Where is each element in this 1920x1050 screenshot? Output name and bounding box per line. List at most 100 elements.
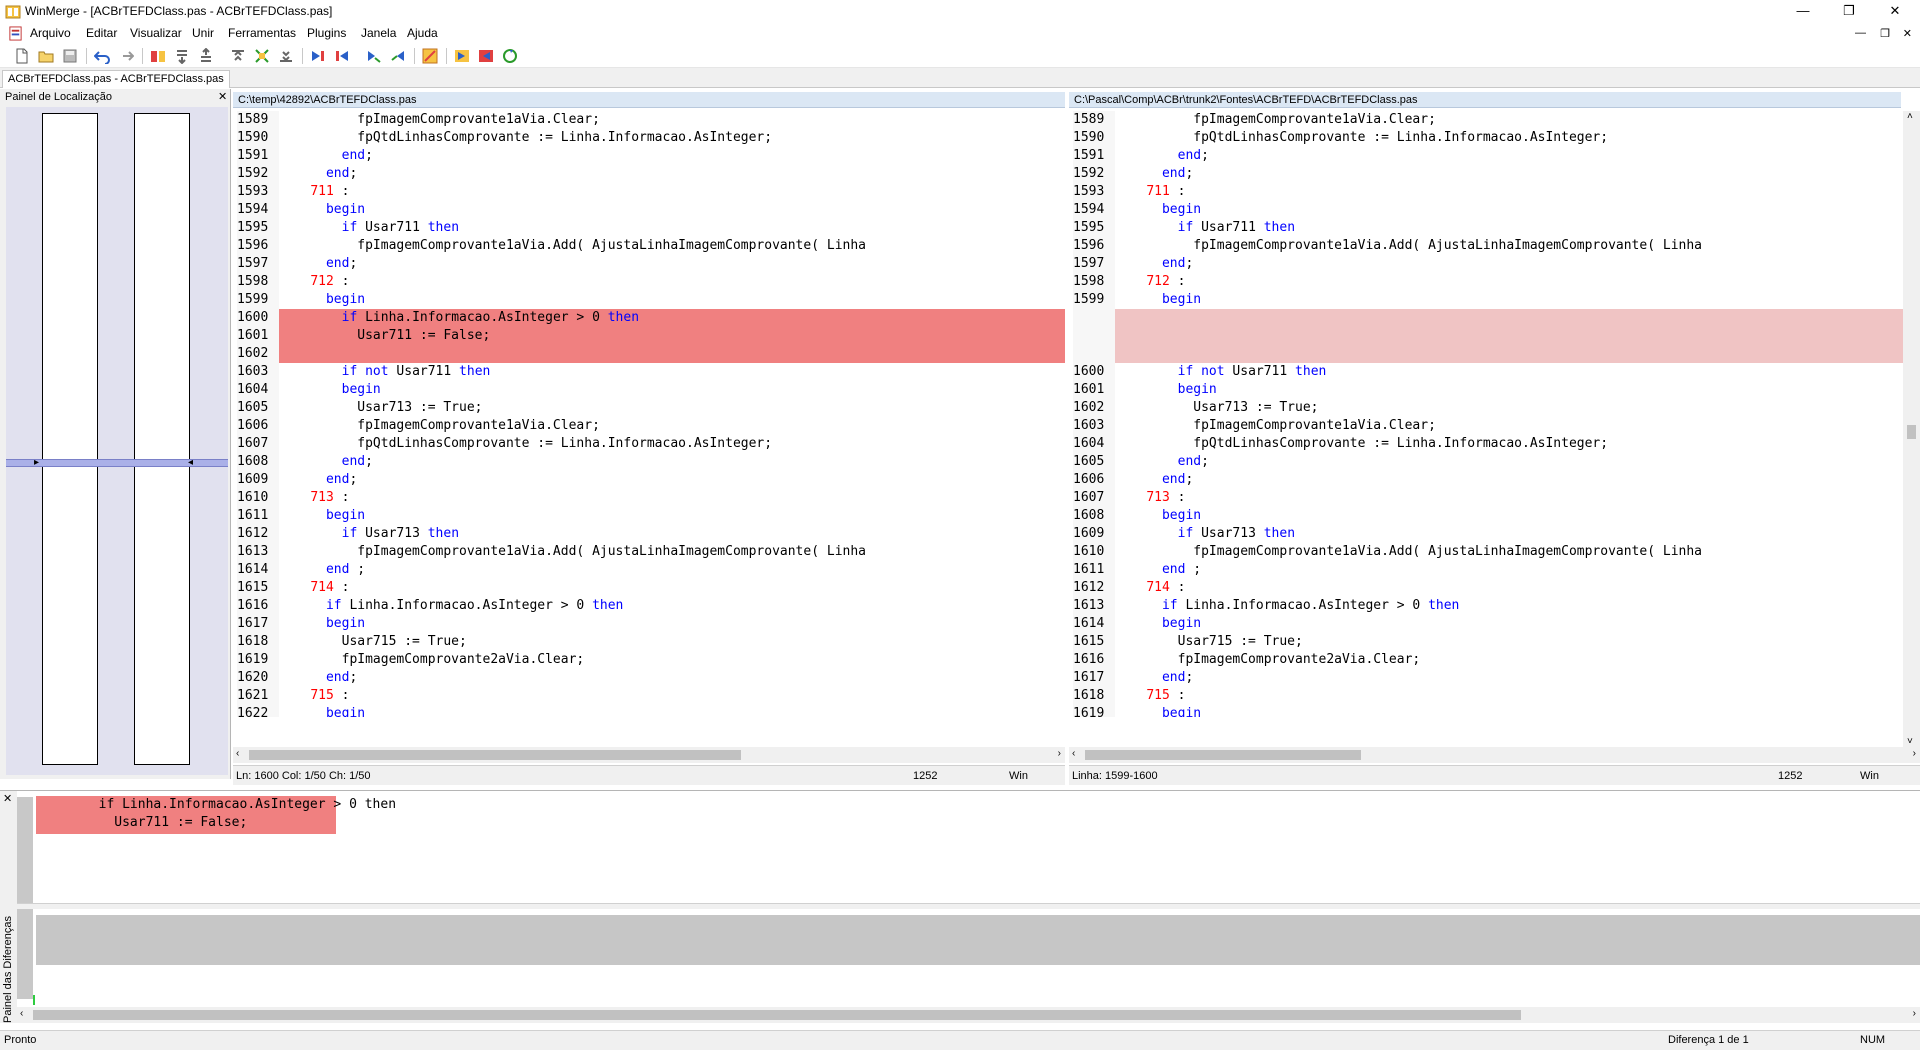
code-line[interactable]: 1589 fpImagemComprovante1aVia.Clear;: [233, 111, 1065, 129]
code-line[interactable]: 1619 fpImagemComprovante2aVia.Clear;: [233, 651, 1065, 669]
code-line[interactable]: 1599 begin: [1069, 291, 1903, 309]
code-line[interactable]: 1598 712 :: [233, 273, 1065, 291]
menu-ajuda[interactable]: Ajuda: [407, 26, 438, 40]
undo-icon[interactable]: [94, 48, 110, 64]
right-vertical-scrollbar[interactable]: ˄ ˅: [1903, 111, 1920, 747]
code-line[interactable]: 1592 end;: [233, 165, 1065, 183]
left-horizontal-scrollbar[interactable]: ‹ ›: [233, 747, 1065, 763]
code-line[interactable]: 1606 end;: [1069, 471, 1903, 489]
code-line[interactable]: 1591 end;: [233, 147, 1065, 165]
code-line[interactable]: 1608 end;: [233, 453, 1065, 471]
code-line[interactable]: 1601 begin: [1069, 381, 1903, 399]
document-menu-icon[interactable]: [8, 26, 23, 41]
code-line[interactable]: 1614 end ;: [233, 561, 1065, 579]
code-line[interactable]: 1600 if Linha.Informacao.AsInteger > 0 t…: [233, 309, 1065, 327]
code-line[interactable]: 1615 714 :: [233, 579, 1065, 597]
code-line[interactable]: 1604 begin: [233, 381, 1065, 399]
scroll-right-arrow-icon[interactable]: ›: [1913, 748, 1916, 759]
code-line[interactable]: 1617 end;: [1069, 669, 1903, 687]
scroll-left-arrow-icon[interactable]: ‹: [236, 748, 239, 759]
code-line[interactable]: 1590 fpQtdLinhasComprovante := Linha.Inf…: [1069, 129, 1903, 147]
code-line[interactable]: 1618 Usar715 := True;: [233, 633, 1065, 651]
first-difference-icon[interactable]: [230, 48, 246, 64]
move-left-icon[interactable]: [478, 48, 494, 64]
copy-left-advance-icon[interactable]: [390, 48, 406, 64]
right-code-lines[interactable]: 1589 fpImagemComprovante1aVia.Clear; 1590…: [1069, 111, 1903, 717]
code-line[interactable]: 1603 fpImagemComprovante1aVia.Clear;: [1069, 417, 1903, 435]
code-line[interactable]: 1620 end;: [233, 669, 1065, 687]
code-line[interactable]: 1602: [233, 345, 1065, 363]
location-pane-close-icon[interactable]: ✕: [218, 90, 227, 103]
menu-arquivo[interactable]: Arquivo: [30, 26, 71, 40]
right-editor-pane[interactable]: C:\Pascal\Comp\ACBr\trunk2\Fontes\ACBrTE…: [1069, 89, 1920, 785]
options-icon[interactable]: [422, 48, 438, 64]
close-button[interactable]: ✕: [1872, 0, 1918, 24]
code-line[interactable]: 1599 begin: [233, 291, 1065, 309]
scroll-up-arrow-icon[interactable]: ˄: [1907, 111, 1913, 122]
code-line[interactable]: 1592 end;: [1069, 165, 1903, 183]
code-line[interactable]: 1603 if not Usar711 then: [233, 363, 1065, 381]
scroll-down-arrow-icon[interactable]: ˅: [1907, 736, 1913, 747]
compare-icon[interactable]: [150, 48, 166, 64]
code-line[interactable]: 1616 if Linha.Informacao.AsInteger > 0 t…: [233, 597, 1065, 615]
code-line[interactable]: 1609 end;: [233, 471, 1065, 489]
code-line[interactable]: 1589 fpImagemComprovante1aVia.Clear;: [1069, 111, 1903, 129]
location-view-marker[interactable]: [6, 459, 228, 467]
scroll-left-arrow-icon[interactable]: ‹: [1072, 748, 1075, 759]
code-line[interactable]: 1610 fpImagemComprovante1aVia.Add( Ajust…: [1069, 543, 1903, 561]
code-line[interactable]: 1597 end;: [233, 255, 1065, 273]
code-line[interactable]: 1617 begin: [233, 615, 1065, 633]
code-line[interactable]: 1613 fpImagemComprovante1aVia.Add( Ajust…: [233, 543, 1065, 561]
minimize-button[interactable]: —: [1780, 0, 1826, 24]
new-icon[interactable]: [14, 48, 30, 64]
previous-difference-icon[interactable]: [198, 48, 214, 64]
copy-right-icon[interactable]: [310, 48, 326, 64]
code-line[interactable]: 1606 fpImagemComprovante1aVia.Clear;: [233, 417, 1065, 435]
scroll-right-arrow-icon[interactable]: ›: [1913, 1008, 1916, 1019]
code-line[interactable]: [1069, 345, 1903, 363]
move-right-icon[interactable]: [454, 48, 470, 64]
location-map[interactable]: ▸ ◂: [6, 107, 228, 775]
code-line[interactable]: 1609 if Usar713 then: [1069, 525, 1903, 543]
code-line[interactable]: 1604 fpQtdLinhasComprovante := Linha.Inf…: [1069, 435, 1903, 453]
code-line[interactable]: 1611 begin: [233, 507, 1065, 525]
menu-janela[interactable]: Janela: [361, 26, 396, 40]
code-line[interactable]: 1618 715 :: [1069, 687, 1903, 705]
code-line[interactable]: 1595 if Usar711 then: [233, 219, 1065, 237]
restore-button[interactable]: ❐: [1826, 0, 1872, 24]
code-line[interactable]: 1615 Usar715 := True;: [1069, 633, 1903, 651]
right-horizontal-scroll-thumb[interactable]: [1085, 750, 1361, 760]
next-difference-icon[interactable]: [174, 48, 190, 64]
left-editor-pane[interactable]: C:\temp\42892\ACBrTEFDClass.pas 1589 fpI…: [233, 89, 1065, 785]
code-line[interactable]: 1612 714 :: [1069, 579, 1903, 597]
redo-icon[interactable]: [118, 48, 134, 64]
code-line[interactable]: 1602 Usar713 := True;: [1069, 399, 1903, 417]
right-vertical-scroll-thumb[interactable]: [1907, 425, 1916, 439]
code-line[interactable]: 1610 713 :: [233, 489, 1065, 507]
right-horizontal-scrollbar[interactable]: ‹ ›: [1069, 747, 1920, 763]
code-line[interactable]: 1622 begin: [233, 705, 1065, 717]
code-line[interactable]: 1594 begin: [233, 201, 1065, 219]
diff-horizontal-scrollbar[interactable]: ‹ ›: [17, 1007, 1920, 1023]
code-line[interactable]: 1593 711 :: [1069, 183, 1903, 201]
code-line[interactable]: 1612 if Usar713 then: [233, 525, 1065, 543]
diff-horizontal-scroll-thumb[interactable]: [33, 1010, 1521, 1020]
code-line[interactable]: [1069, 309, 1903, 327]
copy-right-advance-icon[interactable]: [366, 48, 382, 64]
save-icon[interactable]: [62, 48, 78, 64]
mdi-minimize-button[interactable]: —: [1855, 27, 1866, 39]
open-icon[interactable]: [38, 48, 54, 64]
code-line[interactable]: [1069, 327, 1903, 345]
code-line[interactable]: 1614 begin: [1069, 615, 1903, 633]
code-line[interactable]: 1601 Usar711 := False;: [233, 327, 1065, 345]
code-line[interactable]: 1611 end ;: [1069, 561, 1903, 579]
diff-pane-close-icon[interactable]: ✕: [3, 792, 12, 805]
location-bar-right[interactable]: [134, 113, 190, 765]
mdi-close-button[interactable]: ✕: [1903, 27, 1912, 40]
location-bar-left[interactable]: [42, 113, 98, 765]
code-line[interactable]: 1621 715 :: [233, 687, 1065, 705]
code-line[interactable]: 1607 fpQtdLinhasComprovante := Linha.Inf…: [233, 435, 1065, 453]
scroll-left-arrow-icon[interactable]: ‹: [20, 1008, 23, 1019]
menu-plugins[interactable]: Plugins: [307, 26, 346, 40]
code-line[interactable]: 1597 end;: [1069, 255, 1903, 273]
